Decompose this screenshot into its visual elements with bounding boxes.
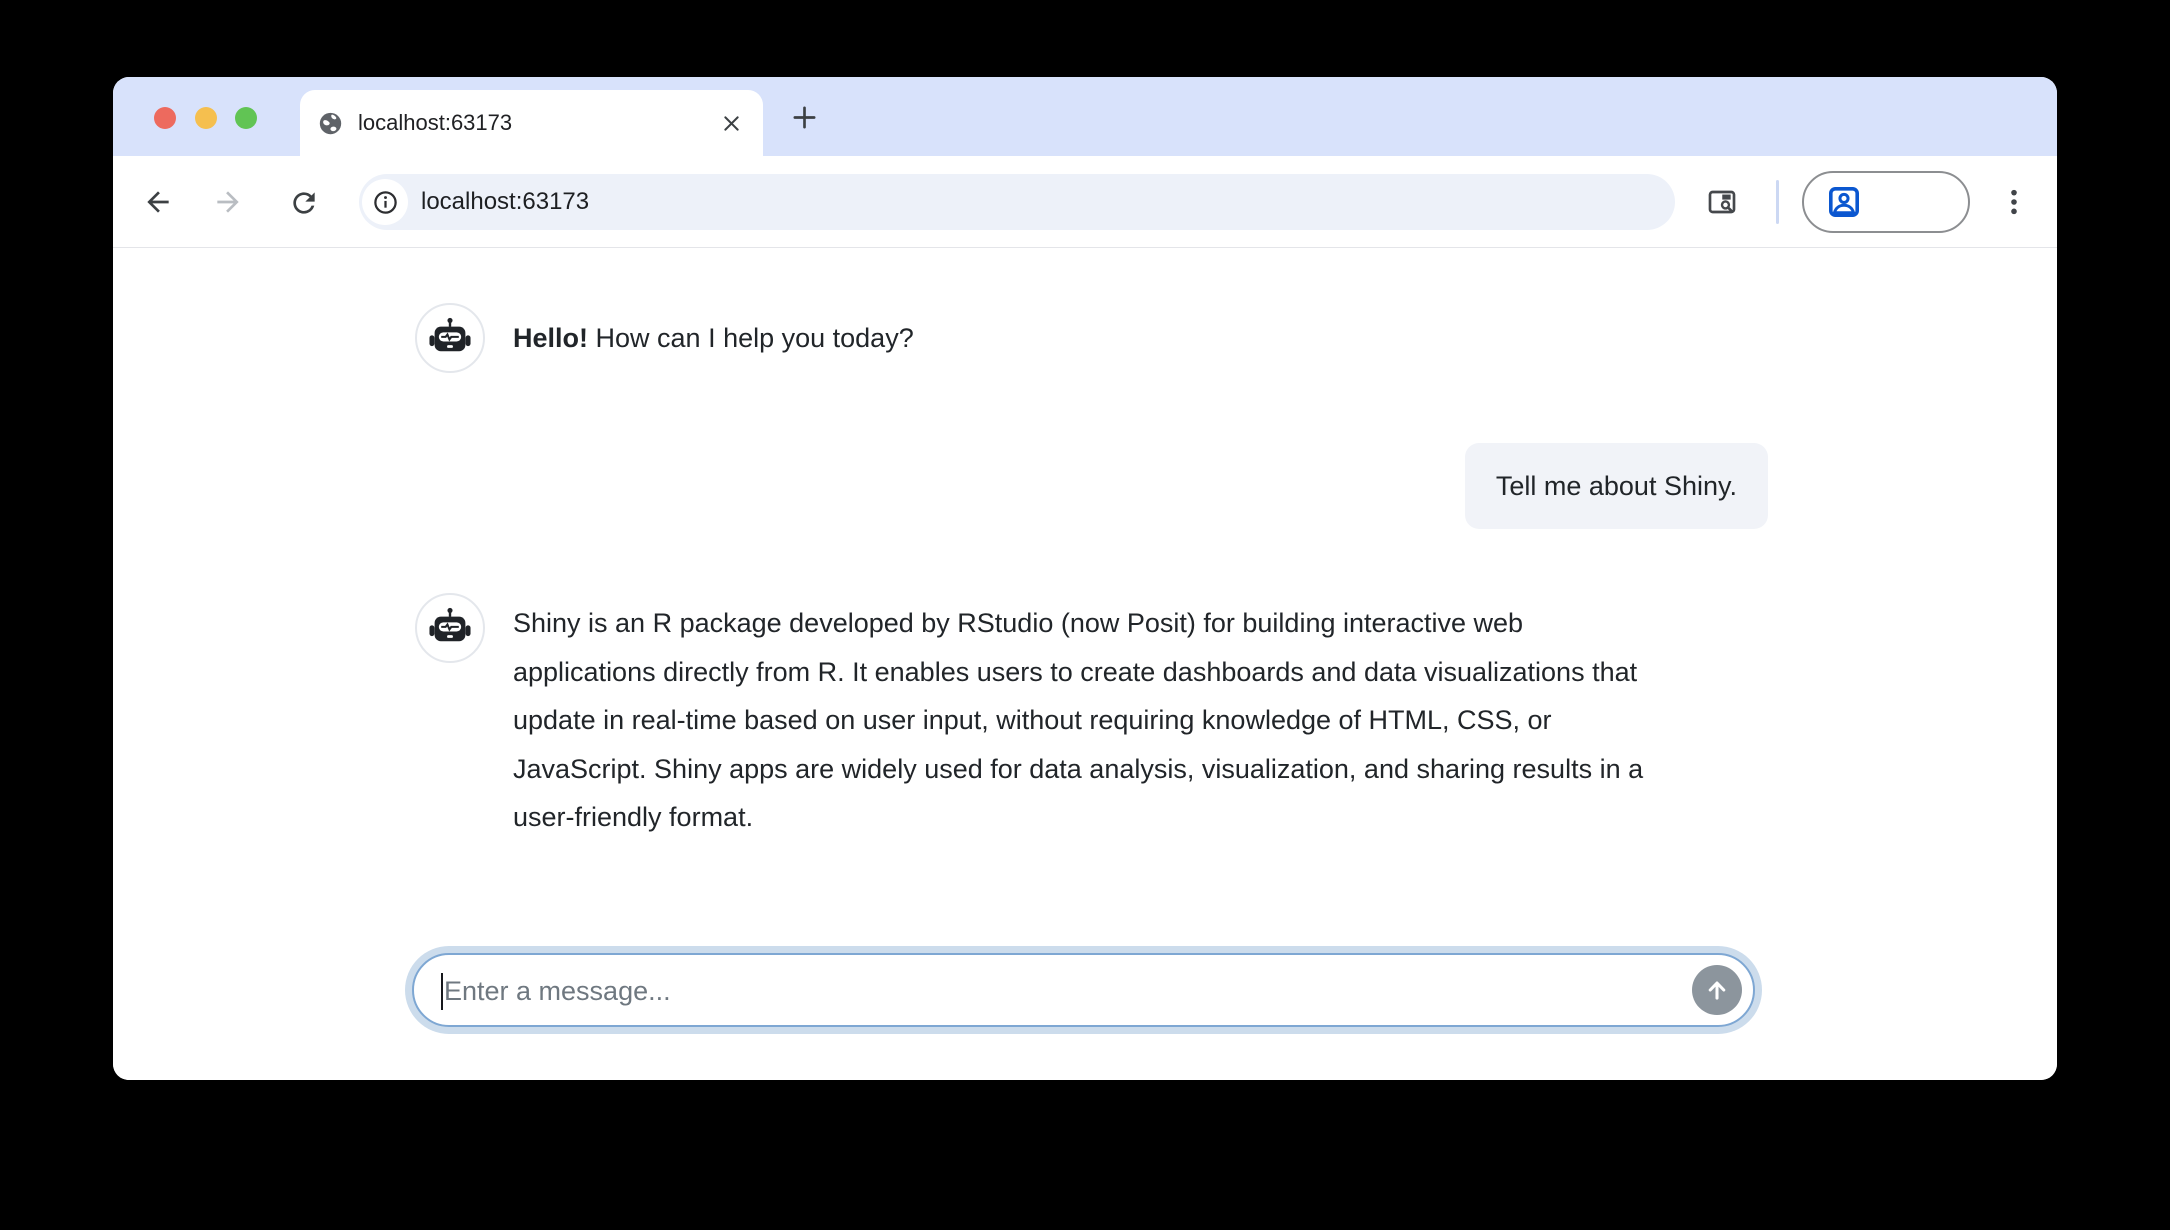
chat-input-container: [412, 953, 1755, 1027]
profile-avatar-icon: [1826, 184, 1862, 220]
back-icon[interactable]: [142, 186, 174, 218]
assistant-avatar: [415, 593, 485, 663]
browser-tab[interactable]: localhost:63173: [300, 90, 763, 156]
forward-icon[interactable]: [212, 186, 244, 218]
chat-page: Hello! How can I help you today? Tell me…: [113, 249, 2057, 1080]
close-window-button[interactable]: [154, 107, 176, 129]
robot-icon: [428, 316, 472, 360]
close-tab-icon[interactable]: [721, 113, 742, 134]
globe-favicon-icon: [317, 110, 344, 137]
tab-strip: localhost:63173: [113, 77, 2057, 156]
new-tab-button[interactable]: [790, 103, 819, 132]
profile-button[interactable]: [1802, 171, 1970, 233]
address-bar[interactable]: localhost:63173: [359, 174, 1675, 230]
robot-icon: [428, 606, 472, 650]
tab-title: localhost:63173: [358, 90, 512, 156]
assistant-message-bold: Hello!: [513, 323, 588, 353]
navigation-bar: localhost:63173: [113, 156, 2057, 248]
info-icon: [372, 189, 399, 216]
minimize-window-button[interactable]: [195, 107, 217, 129]
url-text[interactable]: localhost:63173: [421, 174, 589, 230]
browser-window: localhost:63173: [113, 77, 2057, 1080]
send-button[interactable]: [1692, 965, 1742, 1015]
user-message-bubble: Tell me about Shiny.: [1465, 443, 1768, 529]
message-input[interactable]: [442, 957, 1676, 1025]
assistant-message-rest: How can I help you today?: [588, 323, 914, 353]
assistant-avatar: [415, 303, 485, 373]
text-cursor: [441, 973, 443, 1010]
reload-icon[interactable]: [288, 187, 320, 219]
assistant-message: Shiny is an R package developed by RStud…: [513, 599, 1673, 842]
site-info-chip[interactable]: [362, 179, 408, 225]
zoom-window-button[interactable]: [235, 107, 257, 129]
search-tabs-icon[interactable]: [1706, 186, 1738, 218]
arrow-up-icon: [1703, 976, 1731, 1004]
assistant-message: Hello! How can I help you today?: [513, 318, 914, 358]
toolbar-divider: [1776, 180, 1779, 224]
menu-kebab-icon[interactable]: [1998, 186, 2030, 218]
